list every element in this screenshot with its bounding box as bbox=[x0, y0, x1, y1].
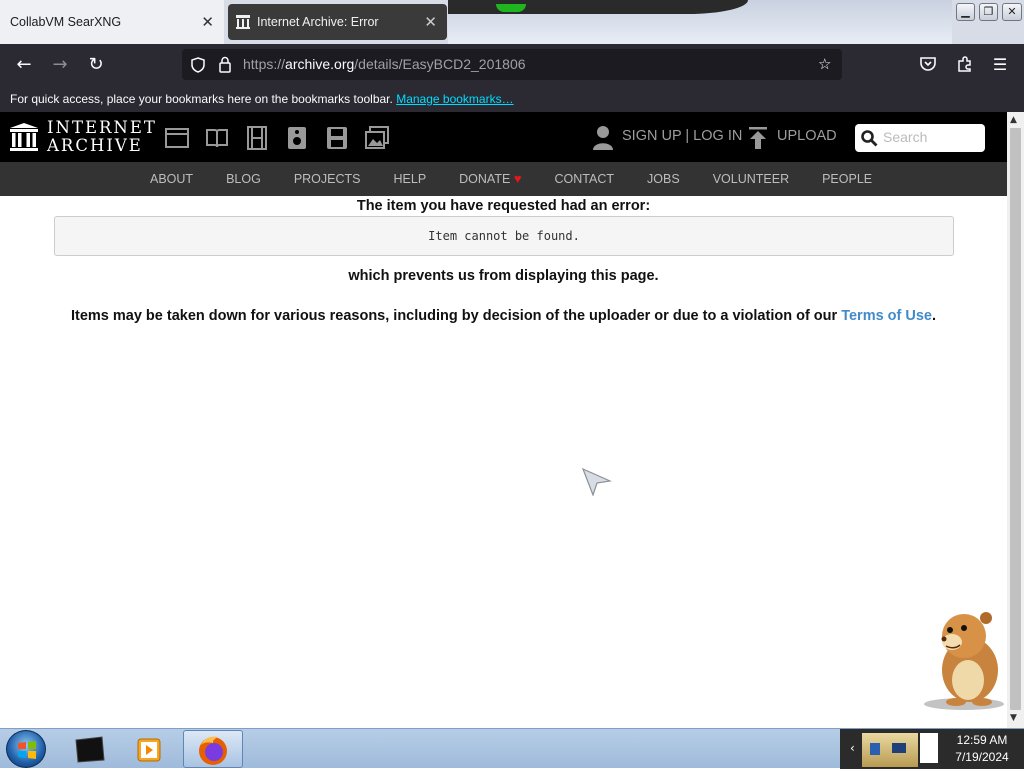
url-text[interactable]: https://archive.org/details/EasyBCD2_201… bbox=[243, 56, 526, 72]
search-placeholder: Search bbox=[883, 129, 928, 145]
clock-time: 12:59 AM bbox=[956, 733, 1008, 747]
nav-projects[interactable]: PROJECTS bbox=[294, 162, 361, 196]
video-icon[interactable] bbox=[245, 126, 269, 150]
error-title: The item you have requested had an error… bbox=[356, 198, 651, 214]
reload-button[interactable]: ↻ bbox=[84, 54, 108, 76]
lock-icon[interactable] bbox=[218, 56, 232, 73]
nav-help[interactable]: HELP bbox=[394, 162, 427, 196]
taskbar-terminal[interactable] bbox=[60, 730, 120, 768]
minimize-button[interactable]: ▁ bbox=[956, 3, 975, 21]
menu-icon[interactable]: ☰ bbox=[988, 54, 1012, 76]
bookmarks-hint: For quick access, place your bookmarks h… bbox=[10, 92, 393, 106]
audio-icon[interactable] bbox=[287, 126, 307, 150]
manage-bookmarks-link[interactable]: Manage bookmarks… bbox=[396, 92, 513, 106]
clock-date: 7/19/2024 bbox=[955, 750, 1009, 764]
back-button[interactable]: ← bbox=[12, 54, 36, 76]
ia-header: INTERNET ARCHIVE SIGN UP | LOG IN UPLOAD… bbox=[0, 112, 1007, 162]
close-window-button[interactable]: ✕ bbox=[1002, 3, 1022, 21]
bookmark-star-icon[interactable]: ☆ bbox=[818, 55, 831, 73]
vertical-scrollbar[interactable]: ▲ ▼ bbox=[1007, 112, 1024, 728]
tab-collabvm-searxng[interactable]: CollabVM SearXNG ✕ bbox=[0, 0, 224, 44]
nav-contact[interactable]: CONTACT bbox=[555, 162, 615, 196]
tab-strip: CollabVM SearXNG ✕ Internet Archive: Err… bbox=[0, 0, 1024, 44]
sign-up-log-in-link[interactable]: SIGN UP | LOG IN bbox=[622, 128, 742, 144]
windows-taskbar: ‹ 12:59 AM 7/19/2024 bbox=[0, 728, 1024, 769]
tray-network-icons[interactable] bbox=[862, 733, 918, 767]
nav-about[interactable]: ABOUT bbox=[150, 162, 193, 196]
heart-icon: ♥ bbox=[513, 171, 522, 186]
upload-link[interactable]: UPLOAD bbox=[777, 128, 837, 144]
scrollbar-thumb[interactable] bbox=[1010, 128, 1021, 710]
tab-internet-archive[interactable]: Internet Archive: Error ✕ bbox=[228, 4, 447, 40]
ia-top-nav: ABOUT BLOG PROJECTS HELP DONATE ♥ CONTAC… bbox=[0, 162, 1007, 196]
hamster-assistant-icon[interactable] bbox=[920, 606, 1006, 710]
page-content: The item you have requested had an error… bbox=[0, 196, 1007, 728]
web-icon[interactable] bbox=[165, 127, 189, 149]
internet-archive-favicon-icon bbox=[236, 15, 250, 29]
scroll-down-icon[interactable]: ▼ bbox=[1010, 713, 1017, 723]
taskbar-firefox[interactable] bbox=[183, 730, 243, 768]
mouse-cursor-icon bbox=[582, 468, 612, 496]
images-icon[interactable] bbox=[365, 126, 389, 150]
nav-blog[interactable]: BLOG bbox=[226, 162, 261, 196]
upload-icon[interactable] bbox=[748, 126, 768, 150]
tab-title: Internet Archive: Error bbox=[257, 15, 379, 29]
search-icon bbox=[861, 130, 878, 147]
restore-button[interactable]: ❐ bbox=[979, 3, 998, 21]
tray-notification-area[interactable] bbox=[920, 733, 938, 763]
system-tray: ‹ 12:59 AM 7/19/2024 bbox=[840, 729, 1024, 769]
close-tab-icon[interactable]: ✕ bbox=[424, 13, 437, 31]
ia-search-input[interactable]: Search bbox=[855, 124, 985, 152]
tab-title: CollabVM SearXNG bbox=[10, 15, 122, 29]
media-player-icon bbox=[137, 738, 161, 762]
terms-of-use-link[interactable]: Terms of Use bbox=[841, 308, 932, 324]
error-reason: Items may be taken down for various reas… bbox=[70, 308, 937, 324]
tray-arrow-icon[interactable]: ‹ bbox=[850, 741, 855, 755]
terminal-icon bbox=[75, 736, 105, 763]
taskbar-clock[interactable]: 12:59 AM 7/19/2024 bbox=[940, 732, 1024, 766]
pocket-icon[interactable] bbox=[919, 55, 937, 73]
user-icon[interactable] bbox=[592, 125, 614, 151]
error-subtitle: which prevents us from displaying this p… bbox=[348, 268, 659, 284]
close-tab-icon[interactable]: ✕ bbox=[201, 13, 214, 31]
nav-jobs[interactable]: JOBS bbox=[647, 162, 680, 196]
texts-icon[interactable] bbox=[205, 127, 229, 149]
windows-logo-icon bbox=[18, 741, 36, 759]
desktop-wallpaper bbox=[448, 0, 952, 44]
network-icon bbox=[870, 743, 906, 755]
software-icon[interactable] bbox=[326, 126, 348, 150]
nav-people[interactable]: PEOPLE bbox=[822, 162, 872, 196]
scroll-up-icon[interactable]: ▲ bbox=[1010, 115, 1017, 125]
firefox-icon bbox=[199, 736, 227, 765]
nav-donate[interactable]: DONATE ♥ bbox=[459, 162, 521, 196]
shield-icon[interactable] bbox=[190, 57, 206, 73]
error-message-box: Item cannot be found. bbox=[54, 216, 954, 256]
start-button[interactable] bbox=[6, 730, 46, 768]
internet-archive-logo-icon[interactable] bbox=[9, 122, 39, 152]
extensions-icon[interactable] bbox=[956, 55, 974, 73]
url-bar[interactable]: https://archive.org/details/EasyBCD2_201… bbox=[182, 49, 842, 80]
nav-volunteer[interactable]: VOLUNTEER bbox=[713, 162, 789, 196]
navigation-toolbar: ← → ↻ https://archive.org/details/EasyBC… bbox=[0, 44, 1024, 86]
forward-button[interactable]: → bbox=[48, 54, 72, 76]
taskbar-media-player[interactable] bbox=[120, 730, 180, 768]
ia-logo-text[interactable]: INTERNET ARCHIVE bbox=[47, 119, 157, 155]
bookmarks-toolbar: For quick access, place your bookmarks h… bbox=[0, 86, 1024, 112]
